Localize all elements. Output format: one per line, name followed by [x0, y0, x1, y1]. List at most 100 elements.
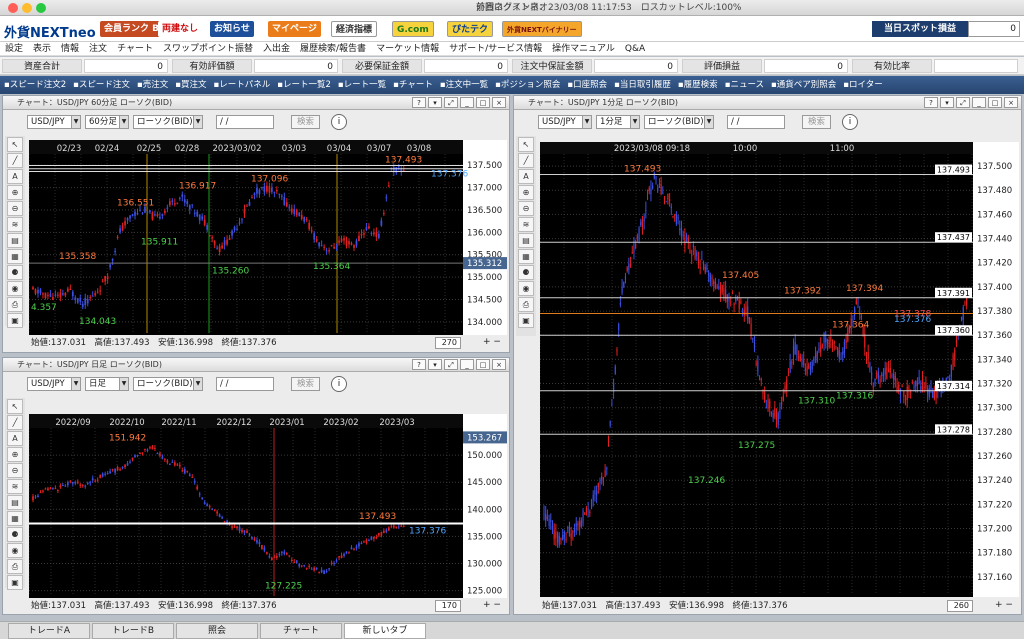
- bar-count[interactable]: 260: [947, 600, 973, 612]
- menu-item[interactable]: 表示: [33, 44, 51, 54]
- pitatech-button[interactable]: ぴたテク: [447, 21, 494, 37]
- pointer-icon[interactable]: ↖: [7, 399, 23, 414]
- chart-area-daily[interactable]: 150.000 145.000 140.000 135.000 130.000 125.0…: [29, 414, 507, 598]
- bar-count[interactable]: 170: [435, 600, 461, 612]
- date-input[interactable]: / /: [216, 377, 274, 391]
- save-icon[interactable]: ▣: [518, 313, 534, 328]
- text-tool-icon[interactable]: A: [7, 169, 23, 184]
- toolbar-button[interactable]: ▪レート一覧2: [277, 80, 331, 90]
- view-icon[interactable]: ◉: [7, 281, 23, 296]
- line-tool-icon[interactable]: ╱: [7, 153, 23, 168]
- toolbar-button[interactable]: ▪口座照会: [567, 80, 607, 90]
- grid-icon[interactable]: ▦: [7, 249, 23, 264]
- info-icon[interactable]: i: [842, 114, 858, 130]
- text-tool-icon[interactable]: A: [7, 431, 23, 446]
- zoom-window-button[interactable]: [36, 3, 46, 13]
- print-icon[interactable]: ⎙: [518, 297, 534, 312]
- menu-item[interactable]: 設定: [5, 44, 23, 54]
- bottom-tab[interactable]: チャート: [260, 623, 342, 639]
- help-icon[interactable]: ?: [412, 97, 426, 108]
- close-icon[interactable]: ×: [492, 359, 506, 370]
- minimize-icon[interactable]: _: [460, 359, 474, 370]
- layout-icon[interactable]: ▤: [7, 233, 23, 248]
- toolbar-button[interactable]: ▪スピード注文: [73, 80, 130, 90]
- pointer-icon[interactable]: ↖: [7, 137, 23, 152]
- toolbar-button[interactable]: ▪履歴検索: [678, 80, 718, 90]
- pin-icon[interactable]: ⤢: [444, 97, 458, 108]
- zoom-controls[interactable]: + −: [995, 600, 1013, 610]
- period-select[interactable]: 1分足 ▼: [596, 115, 640, 129]
- maximize-icon[interactable]: □: [476, 97, 490, 108]
- bar-count[interactable]: 270: [435, 337, 461, 349]
- chart-type-select[interactable]: ローソク(BID) ▼: [644, 115, 714, 129]
- search-button[interactable]: 検索: [802, 115, 832, 129]
- toolbar-button[interactable]: ▪レートパネル: [213, 80, 270, 90]
- menu-button[interactable]: ▾: [940, 97, 954, 108]
- maximize-icon[interactable]: □: [988, 97, 1002, 108]
- pair-select[interactable]: USD/JPY ▼: [538, 115, 592, 129]
- indicator-icon[interactable]: ≋: [518, 217, 534, 232]
- info-icon[interactable]: i: [331, 114, 347, 130]
- close-icon[interactable]: ×: [492, 97, 506, 108]
- print-icon[interactable]: ⎙: [7, 559, 23, 574]
- grid-icon[interactable]: ▦: [518, 249, 534, 264]
- menu-item[interactable]: マーケット情報: [376, 44, 439, 54]
- help-icon[interactable]: ?: [412, 359, 426, 370]
- pin-icon[interactable]: ⤢: [444, 359, 458, 370]
- line-tool-icon[interactable]: ╱: [7, 415, 23, 430]
- indicator-icon[interactable]: ≋: [7, 217, 23, 232]
- info-icon[interactable]: i: [331, 376, 347, 392]
- zoom-in-icon[interactable]: ⊕: [7, 447, 23, 462]
- menu-item[interactable]: スワップポイント振替: [163, 44, 253, 54]
- keizai-button[interactable]: 経済指標: [331, 21, 378, 37]
- chart-area-1min[interactable]: 137.500 137.480 137.460 137.440 137.420 137.4…: [540, 142, 1019, 597]
- zoom-in-icon[interactable]: ⊕: [518, 185, 534, 200]
- zoom-out-icon[interactable]: ⊖: [518, 201, 534, 216]
- menu-item[interactable]: 入出金: [263, 44, 290, 54]
- zoom-controls[interactable]: + −: [483, 600, 501, 610]
- gcom-button[interactable]: G.com: [392, 21, 434, 37]
- close-window-button[interactable]: [8, 3, 18, 13]
- zoom-in-icon[interactable]: ⊕: [7, 185, 23, 200]
- minimize-icon[interactable]: _: [972, 97, 986, 108]
- toolbar-button[interactable]: ▪買注文: [175, 80, 206, 90]
- bottom-tab[interactable]: 照会: [176, 623, 258, 639]
- indicator-icon[interactable]: ≋: [7, 479, 23, 494]
- toolbar-button[interactable]: ▪ポジション照会: [495, 80, 560, 90]
- toolbar-button[interactable]: ▪チャート: [393, 80, 433, 90]
- menu-item[interactable]: 履歴検索/報告書: [300, 44, 366, 54]
- date-input[interactable]: / /: [216, 115, 274, 129]
- pin-icon[interactable]: ⤢: [956, 97, 970, 108]
- maximize-icon[interactable]: □: [476, 359, 490, 370]
- binary-button[interactable]: 外貨NEXTバイナリー: [502, 21, 582, 37]
- toolbar-button[interactable]: ▪ロイター: [843, 80, 882, 90]
- save-icon[interactable]: ▣: [7, 575, 23, 590]
- close-icon[interactable]: ×: [1004, 97, 1018, 108]
- settings-icon[interactable]: ⚈: [518, 265, 534, 280]
- toolbar-button[interactable]: ▪売注文: [137, 80, 168, 90]
- bottom-tab[interactable]: トレードA: [8, 623, 90, 639]
- grid-icon[interactable]: ▦: [7, 511, 23, 526]
- minimize-window-button[interactable]: [22, 3, 32, 13]
- menu-item[interactable]: 操作マニュアル: [552, 44, 615, 54]
- toolbar-button[interactable]: ▪レート一覧: [338, 80, 386, 90]
- menu-item[interactable]: サポート/サービス情報: [449, 44, 542, 54]
- minimize-icon[interactable]: _: [460, 97, 474, 108]
- chart-area-60min[interactable]: 137.500 137.000 136.500 136.000 135.500 135.0…: [29, 140, 507, 335]
- zoom-out-icon[interactable]: ⊖: [7, 201, 23, 216]
- view-icon[interactable]: ◉: [518, 281, 534, 296]
- settings-icon[interactable]: ⚈: [7, 265, 23, 280]
- search-button[interactable]: 検索: [291, 377, 321, 391]
- menu-button[interactable]: ▾: [428, 97, 442, 108]
- pointer-icon[interactable]: ↖: [518, 137, 534, 152]
- zoom-controls[interactable]: + −: [483, 337, 501, 347]
- layout-icon[interactable]: ▤: [518, 233, 534, 248]
- text-tool-icon[interactable]: A: [518, 169, 534, 184]
- toolbar-button[interactable]: ▪注文中一覧: [440, 80, 488, 90]
- bottom-tab[interactable]: 新しいタブ: [344, 623, 426, 639]
- mypage-button[interactable]: マイページ: [268, 21, 321, 37]
- layout-icon[interactable]: ▤: [7, 495, 23, 510]
- period-select[interactable]: 60分足 ▼: [85, 115, 129, 129]
- chart-type-select[interactable]: ローソク(BID) ▼: [133, 115, 203, 129]
- period-select[interactable]: 日足 ▼: [85, 377, 129, 391]
